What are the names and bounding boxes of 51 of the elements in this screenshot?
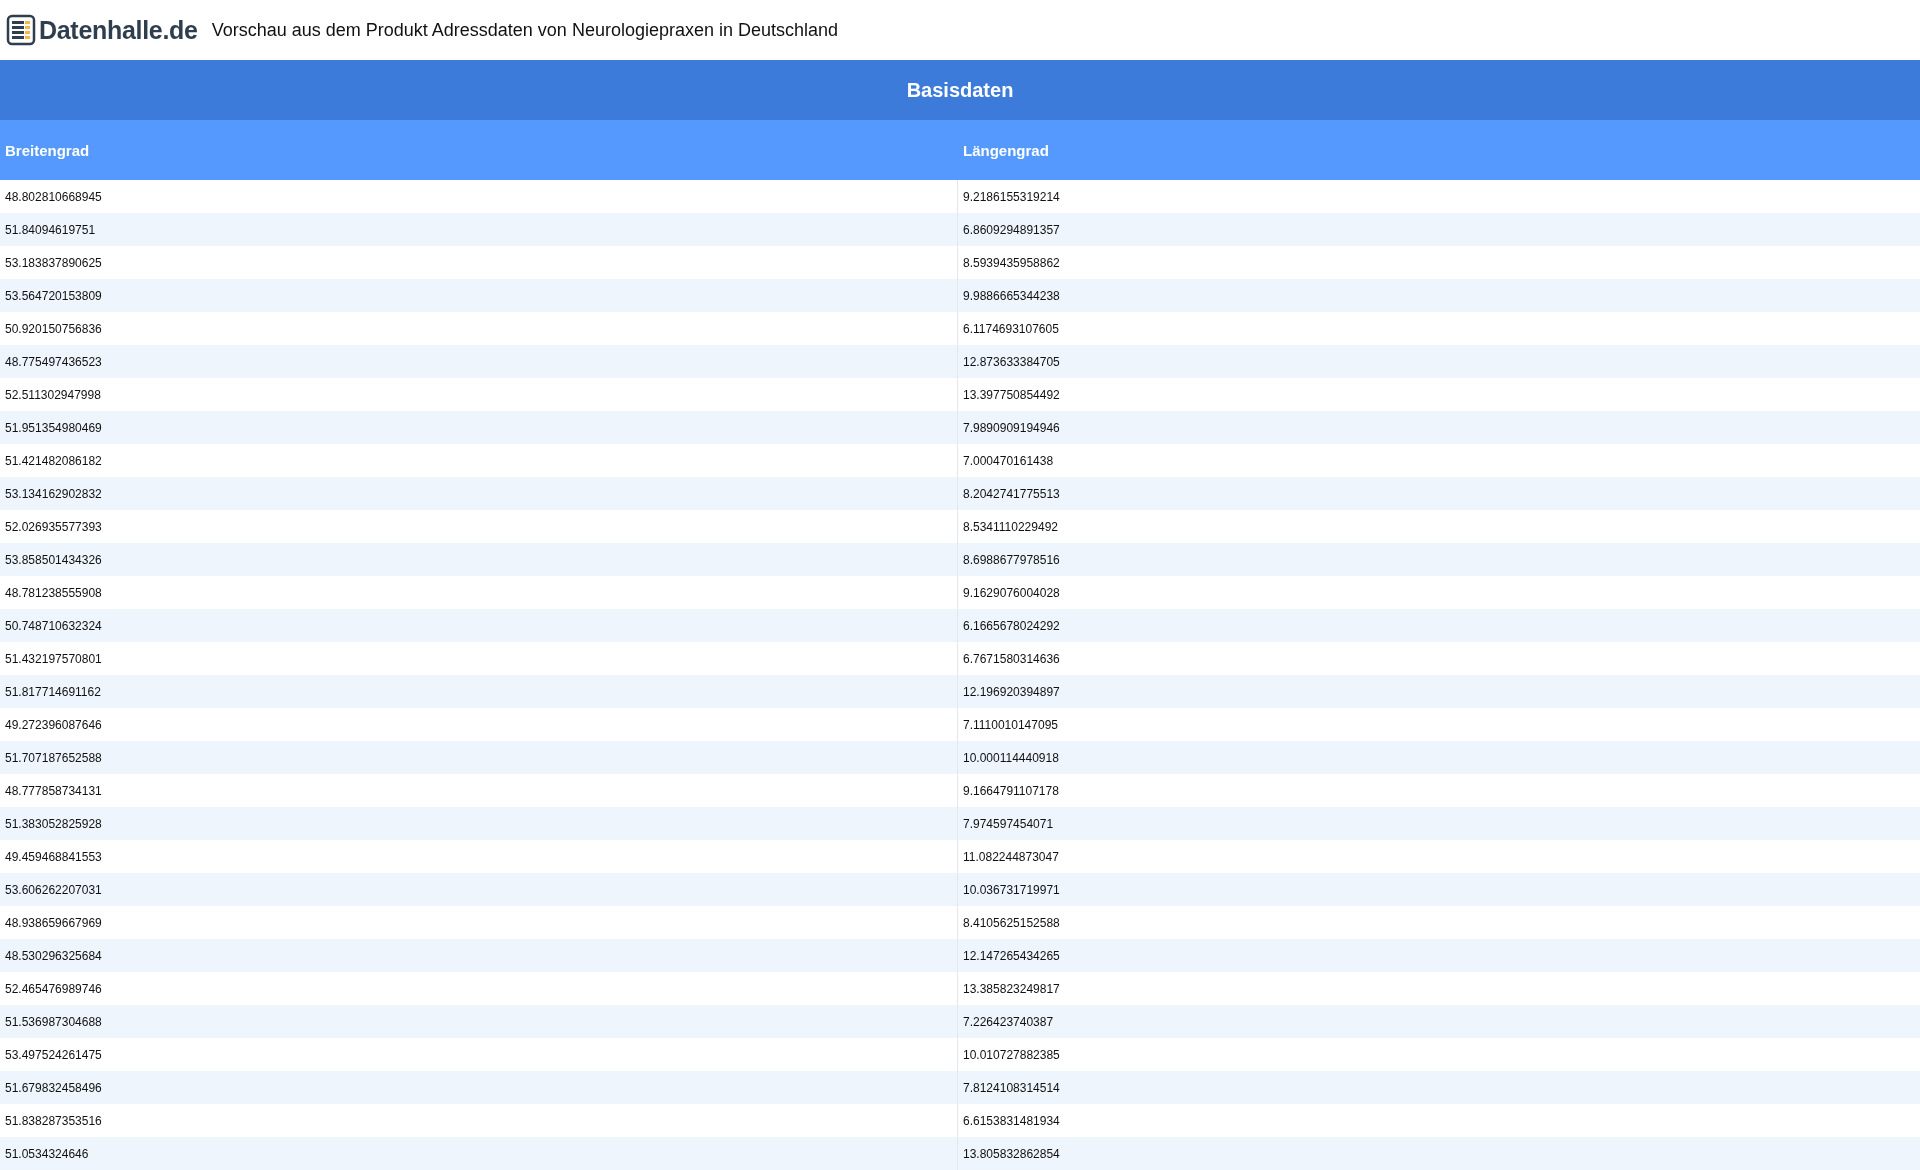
table-cell-text: 13.397750854492 (962, 386, 1061, 404)
table-cell: 48.530296325684 (0, 939, 958, 972)
table-cell: 51.84094619751 (0, 213, 958, 246)
table-cell-text: 9.2186155319214 (962, 188, 1061, 206)
logo-text[interactable]: Datenhalle.de (39, 15, 198, 45)
table-cell: 51.707187652588 (0, 741, 958, 774)
table-cell-text: 8.5939435958862 (962, 254, 1061, 272)
table-cell: 12.873633384705 (958, 345, 1920, 378)
table-cell-text: 8.5341110229492 (962, 518, 1059, 536)
table-cell: 51.536987304688 (0, 1005, 958, 1038)
logo-icon (6, 14, 36, 46)
table-cell: 53.858501434326 (0, 543, 958, 576)
table-cell: 13.805832862854 (958, 1137, 1920, 1170)
page-title: Vorschau aus dem Produkt Adressdaten von Neurologiepraxen in Deutschland (211, 19, 839, 41)
table-cell-text: 6.6153831481934 (962, 1112, 1061, 1130)
table-cell: 48.775497436523 (0, 345, 958, 378)
table-cell: 8.6988677978516 (958, 543, 1920, 576)
table-cell-text: 13.385823249817 (962, 980, 1061, 998)
table-cell: 7.226423740387 (958, 1005, 1920, 1038)
column-header: Breitengrad (0, 120, 958, 180)
table-cell: 51.817714691162 (0, 675, 958, 708)
table-cell: 50.748710632324 (0, 609, 958, 642)
table-cell: 6.1665678024292 (958, 609, 1920, 642)
table-cell: 51.951354980469 (0, 411, 958, 444)
table-cell-text: 6.1174693107605 (962, 320, 1060, 338)
table-cell: 53.564720153809 (0, 279, 958, 312)
table-cell-text: 9.1629076004028 (962, 584, 1061, 602)
table-cell: 51.679832458496 (0, 1071, 958, 1104)
table-cell-text: 8.4105625152588 (962, 914, 1061, 932)
table-cell-text: 7.1110010147095 (962, 716, 1059, 734)
table-cell: 12.196920394897 (958, 675, 1920, 708)
table-cell-text: 9.1664791107178 (962, 782, 1060, 800)
table-cell: 53.134162902832 (0, 477, 958, 510)
table-cell: 10.000114440918 (958, 741, 1920, 774)
table-cell: 8.2042741775513 (958, 477, 1920, 510)
table-cell-text: 7.000470161438 (962, 452, 1055, 470)
table-cell: 7.9890909194946 (958, 411, 1920, 444)
table-cell: 7.8124108314514 (958, 1071, 1920, 1104)
column-header: Längengrad (958, 120, 1920, 180)
table-cell: 51.0534324646 (0, 1137, 958, 1170)
table-cell: 10.036731719971 (958, 873, 1920, 906)
table-cell: 53.606262207031 (0, 873, 958, 906)
table-cell: 7.974597454071 (958, 807, 1920, 840)
table-cell-text: 11.082244873047 (962, 848, 1060, 866)
table-cell-text: 10.010727882385 (962, 1046, 1061, 1064)
table-caption: Basisdaten (0, 60, 1920, 120)
table-cell: 9.9886665344238 (958, 279, 1920, 312)
table-cell: 6.8609294891357 (958, 213, 1920, 246)
table-cell: 12.147265434265 (958, 939, 1920, 972)
table-cell: 51.383052825928 (0, 807, 958, 840)
table-cell-text: 6.7671580314636 (962, 650, 1061, 668)
